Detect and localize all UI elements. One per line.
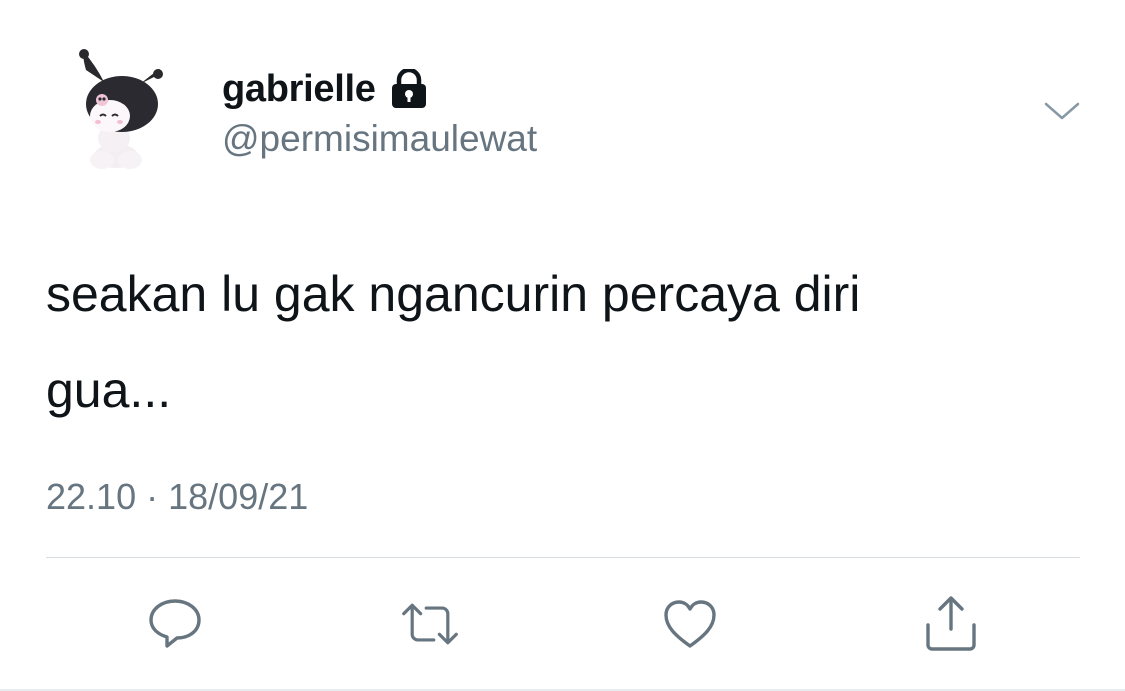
chevron-down-icon [1044,102,1080,120]
reply-icon [149,599,201,648]
tweet-time: 22.10 [46,476,137,517]
tweet-date: 18/09/21 [168,476,309,517]
timestamp-separator: · [146,476,159,517]
divider [46,557,1080,558]
lock-icon [388,67,430,109]
retweet-icon [402,603,458,645]
tweet-text: seakan lu gak ngancurin percaya diri gua… [46,266,861,418]
like-button[interactable] [660,594,720,654]
heart-icon [664,600,716,648]
share-icon [926,596,976,651]
display-name[interactable]: gabrielle [222,66,376,112]
tweet-menu-button[interactable] [1042,96,1082,126]
retweet-button[interactable] [400,594,460,654]
share-button[interactable] [921,594,981,654]
avatar[interactable] [72,46,172,178]
author-name-row[interactable]: gabrielle [222,66,430,112]
reply-button[interactable] [145,594,205,654]
timestamp[interactable]: 22.10 · 18/09/21 [46,474,308,520]
handle[interactable]: @permisimaulewat [222,116,537,162]
kuromi-avatar-icon [79,49,163,169]
